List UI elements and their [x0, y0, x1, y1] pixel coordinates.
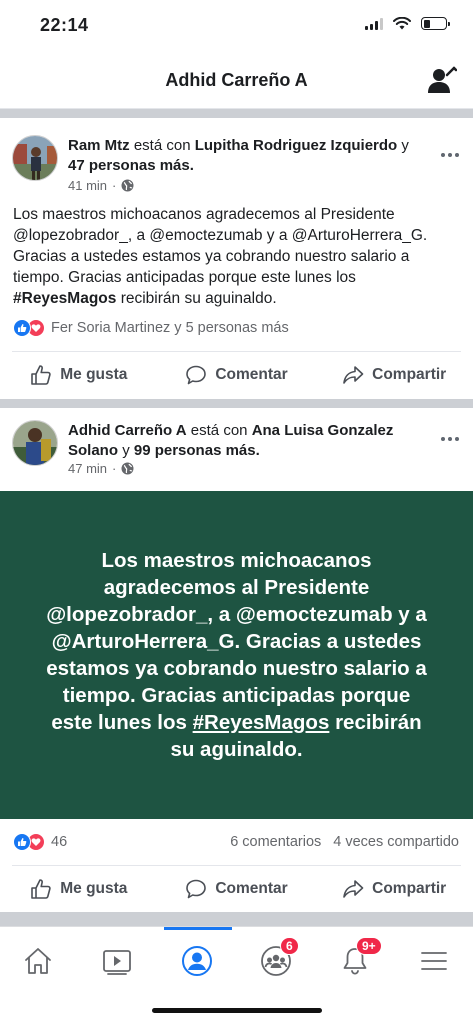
comment-label: Comentar [215, 880, 288, 897]
more-options-icon[interactable] [438, 430, 459, 441]
comments-count[interactable]: 6 comentarios [230, 834, 321, 850]
status-card[interactable]: Los maestros michoacanos agradecemos al … [0, 491, 473, 819]
share-label: Compartir [372, 366, 447, 383]
tab-notifications[interactable]: 9+ [335, 937, 382, 979]
with-text: está con [133, 137, 191, 154]
share-button[interactable]: Compartir [315, 353, 473, 397]
meta-dot: · [112, 461, 117, 476]
wifi-icon [393, 17, 411, 30]
post-body: Los maestros michoacanos agradecemos al … [13, 204, 461, 309]
more-options-icon[interactable] [438, 146, 459, 157]
period: . [189, 157, 194, 174]
post-actions: Me gusta Comentar Compartir [0, 353, 473, 397]
share-icon [343, 880, 364, 898]
globe-icon [121, 462, 134, 475]
battery-icon [421, 17, 450, 30]
post-separator [0, 912, 473, 926]
others-link[interactable]: 47 personas más [68, 157, 190, 174]
others-link[interactable]: 99 personas más [134, 442, 256, 459]
video-icon [103, 950, 131, 975]
feed-post: Adhid Carreño A está con Ana Luisa Gonza… [0, 408, 473, 912]
actions-divider [12, 351, 461, 352]
avatar[interactable] [12, 135, 58, 181]
signal-icon [365, 17, 383, 30]
like-button[interactable]: Me gusta [0, 867, 158, 911]
home-indicator [152, 1008, 322, 1013]
hashtag-link[interactable]: #ReyesMagos [13, 290, 116, 307]
thumbs-up-icon [31, 879, 51, 899]
reaction-count: 46 [51, 834, 68, 850]
post-meta: 41 min · [68, 178, 134, 193]
hashtag-link[interactable]: #ReyesMagos [193, 711, 330, 734]
notifications-badge: 9+ [356, 937, 382, 955]
feed-post: Ram Mtz está con Lupitha Rodriguez Izqui… [0, 118, 473, 399]
reaction-icons [13, 833, 45, 851]
status-bar: 22:14 [0, 0, 473, 52]
tab-profile[interactable] [177, 943, 217, 979]
tagged-name[interactable]: Lupitha Rodriguez Izquierdo [195, 137, 398, 154]
profile-header: Adhid Carreño A [0, 52, 473, 110]
avatar[interactable] [12, 420, 58, 466]
post-meta: 47 min · [68, 461, 134, 476]
author-name[interactable]: Adhid Carreño A [68, 422, 187, 439]
engagement-counts: 6 comentarios 4 veces compartido [230, 834, 459, 850]
active-tab-indicator [164, 927, 232, 930]
comment-button[interactable]: Comentar [158, 353, 316, 397]
with-text: está con [190, 422, 248, 439]
menu-icon [421, 952, 447, 970]
groups-badge: 6 [280, 937, 299, 955]
actions-divider [12, 865, 461, 866]
like-reaction-icon [13, 319, 31, 337]
tab-groups[interactable]: 6 [256, 937, 299, 979]
author-name[interactable]: Ram Mtz [68, 137, 130, 154]
tab-watch[interactable] [97, 943, 137, 979]
page-title: Adhid Carreño A [165, 70, 308, 90]
and-text: y [401, 137, 409, 154]
post-actions: Me gusta Comentar Compartir [0, 867, 473, 911]
tab-home[interactable] [18, 943, 58, 979]
post-header: Ram Mtz está con Lupitha Rodriguez Izqui… [68, 136, 423, 176]
status-icons [365, 17, 450, 30]
globe-icon [121, 179, 134, 192]
header-divider [0, 108, 473, 118]
share-icon [343, 366, 364, 384]
and-text: y [122, 442, 130, 459]
status-time: 22:14 [40, 15, 89, 35]
like-label: Me gusta [60, 366, 128, 383]
reaction-icons [13, 319, 45, 337]
thumbs-up-icon [31, 365, 51, 385]
tab-menu[interactable] [414, 943, 454, 979]
like-reaction-icon [13, 833, 31, 851]
home-icon [25, 948, 51, 974]
shares-count[interactable]: 4 veces compartido [333, 834, 459, 850]
post-text-main: Los maestros michoacanos agradecemos al … [13, 206, 428, 286]
post-separator [0, 399, 473, 408]
add-friend-icon[interactable] [427, 66, 457, 96]
reactions-text: Fer Soria Martinez y 5 personas más [51, 320, 289, 336]
reactions-summary[interactable]: Fer Soria Martinez y 5 personas más [13, 319, 289, 337]
profile-icon [182, 946, 212, 976]
like-label: Me gusta [60, 880, 128, 897]
reactions-summary[interactable]: 46 [13, 833, 67, 851]
post-header: Adhid Carreño A está con Ana Luisa Gonza… [68, 421, 423, 461]
post-time[interactable]: 41 min [68, 178, 107, 193]
meta-dot: · [112, 178, 117, 193]
period: . [255, 442, 260, 459]
comment-button[interactable]: Comentar [158, 867, 316, 911]
card-text-main: Los maestros michoacanos agradecemos al … [46, 549, 427, 734]
post-text-end: recibirán su aguinaldo. [120, 290, 277, 307]
share-button[interactable]: Compartir [315, 867, 473, 911]
share-label: Compartir [372, 880, 447, 897]
comment-label: Comentar [215, 366, 288, 383]
like-button[interactable]: Me gusta [0, 353, 158, 397]
post-time[interactable]: 47 min [68, 461, 107, 476]
comment-icon [186, 879, 207, 899]
comment-icon [186, 365, 207, 385]
status-card-text: Los maestros michoacanos agradecemos al … [40, 547, 433, 763]
